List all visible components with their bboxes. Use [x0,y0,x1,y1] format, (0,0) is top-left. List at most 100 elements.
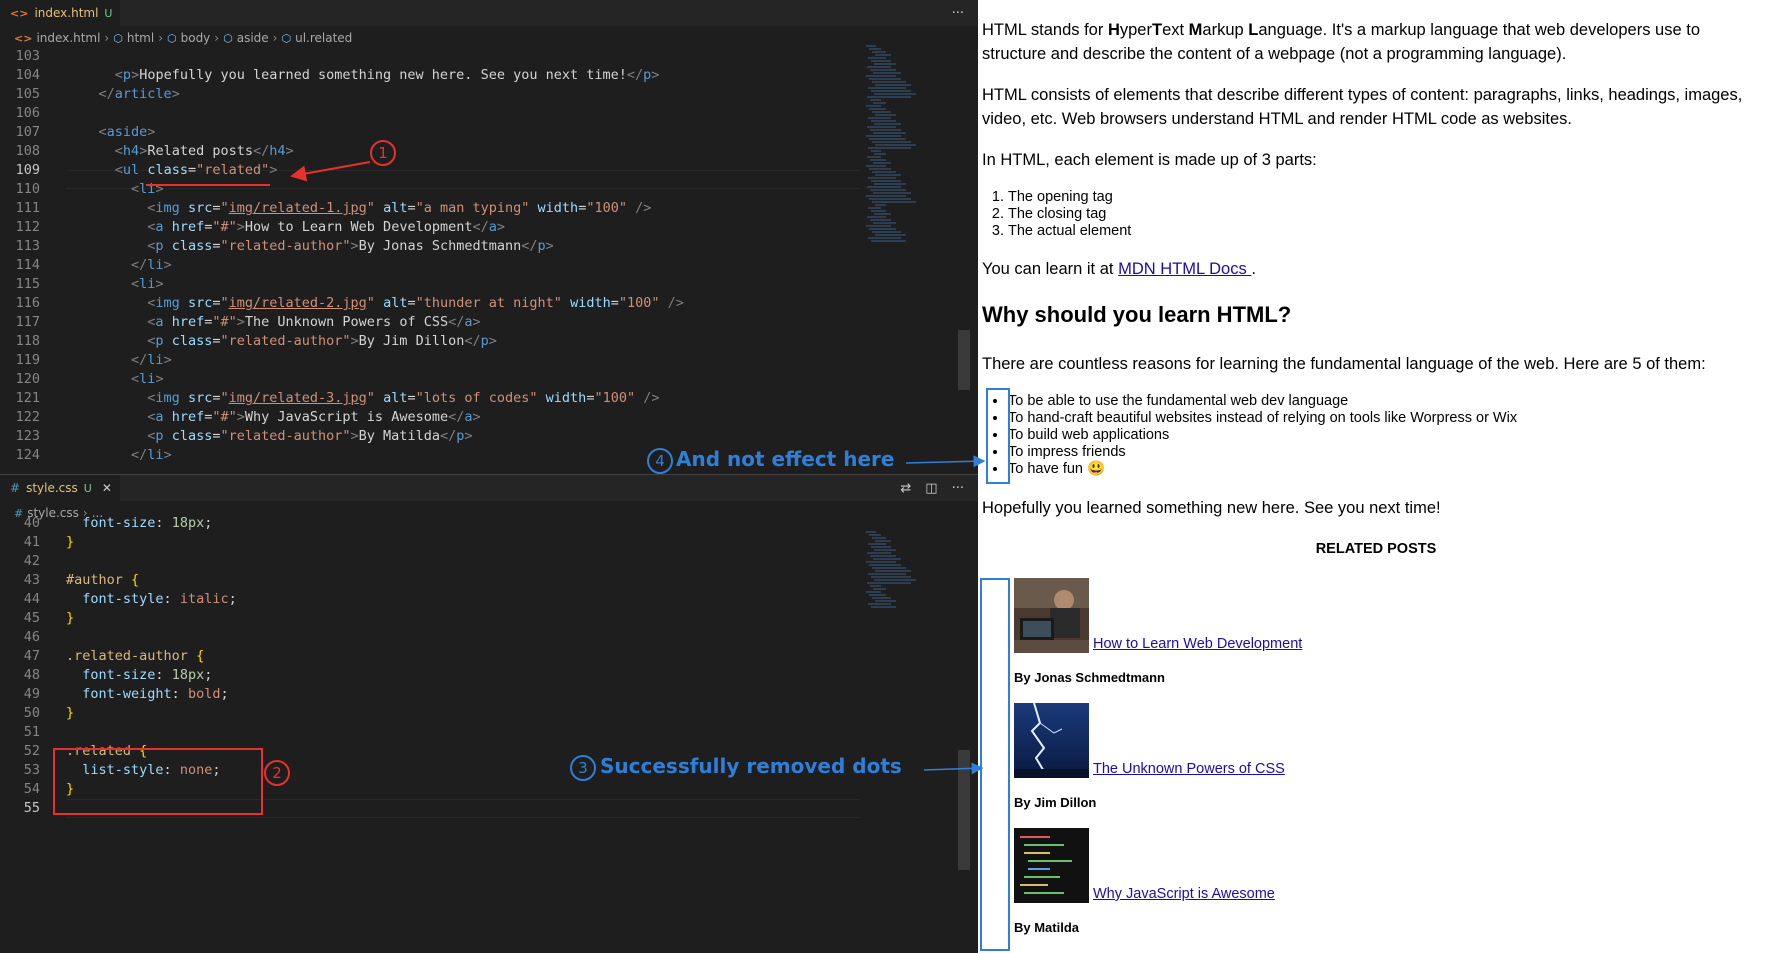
code-line[interactable]: 106 [0,104,860,123]
code-line[interactable]: 107 <aside> [0,123,860,142]
code-line[interactable]: 103 [0,47,860,66]
related-post-link[interactable]: The Unknown Powers of CSS [1093,761,1285,777]
code-line[interactable]: 108 <h4>Related posts</h4> [0,142,860,161]
minimap-line [874,213,891,215]
line-number: 54 [23,781,40,797]
line-number: 42 [23,553,40,569]
code-line[interactable]: 115 <li> [0,275,860,294]
minimap[interactable] [866,530,916,640]
html-file-icon: <> [14,31,33,45]
code-line[interactable]: 105 </article> [0,85,860,104]
minimap-line [866,195,906,197]
mdn-docs-link[interactable]: MDN HTML Docs [1118,260,1251,278]
open-changes-icon[interactable]: ⇄ [900,481,911,496]
minimap-line [866,591,881,593]
code-line[interactable]: 116 <img src="img/related-2.jpg" alt="th… [0,294,860,313]
split-editor-icon[interactable]: ◫ [925,481,937,496]
code-line[interactable]: 112 <a href="#">How to Learn Web Develop… [0,218,860,237]
minimap-line [866,45,876,47]
code-line[interactable]: 113 <p class="related-author">By Jonas S… [0,237,860,256]
code-line[interactable]: 122 <a href="#">Why JavaScript is Awesom… [0,408,860,427]
minimap-line [866,75,896,77]
code-line[interactable]: 44 font-style: italic; [0,590,860,609]
more-actions-button[interactable]: ··· [952,481,964,496]
line-number: 109 [15,162,40,178]
line-number: 44 [23,591,40,607]
minimap-line [866,165,886,167]
untracked-badge: U [83,481,92,495]
breadcrumb: <> index.html › ⬡ html › ⬡ body › ⬡ asid… [0,27,978,49]
element-icon: ⬡ [223,31,233,45]
element-icon: ⬡ [167,31,177,45]
code-line[interactable]: 121 <img src="img/related-3.jpg" alt="lo… [0,389,860,408]
minimap-line [875,540,891,542]
code-line[interactable]: 119 </li> [0,351,860,370]
scrollbar[interactable] [958,750,970,870]
line-number: 114 [15,257,40,273]
elements-paragraph: HTML consists of elements that describe … [982,86,1743,128]
html-code-area[interactable]: 103 104 <p>Hopefully you learned somethin… [0,47,860,473]
breadcrumb-item[interactable]: html [127,31,154,45]
minimap-line [869,564,901,566]
minimap-line [870,585,881,587]
minimap-line [869,534,881,536]
breadcrumb-item[interactable]: aside [237,31,269,45]
code-line[interactable]: 43 #author { [0,571,860,590]
code-line[interactable]: 111 <img src="img/related-1.jpg" alt="a … [0,199,860,218]
code-line[interactable]: 46 [0,628,860,647]
annotation-marker-3: 3 [570,755,596,781]
line-number: 47 [23,648,40,664]
minimap-line [875,204,886,206]
code-line[interactable]: 45} [0,609,860,628]
minimap-line [874,153,886,155]
code-line[interactable]: 117 <a href="#">The Unknown Powers of CS… [0,313,860,332]
minimap-line [872,81,906,83]
code-line[interactable]: 114 </li> [0,256,860,275]
related-post-link[interactable]: Why JavaScript is Awesome [1093,886,1275,902]
related-post-link[interactable]: How to Learn Web Development [1093,636,1302,652]
element-icon: ⬡ [281,31,292,45]
code-line[interactable]: 49 font-weight: bold; [0,685,860,704]
minimap[interactable] [866,44,916,314]
line-number: 122 [15,409,40,425]
minimap-line [872,201,916,203]
tab-style-css[interactable]: # style.css U ✕ [0,475,120,501]
minimap-line [872,111,891,113]
code-line[interactable]: 120 <li> [0,370,860,389]
code-line[interactable]: 110 <li> [0,180,860,199]
close-icon[interactable]: ✕ [102,481,112,495]
code-line[interactable]: 51 [0,723,860,742]
code-line[interactable]: 47 .related-author { [0,647,860,666]
code-line[interactable]: 48 font-size: 18px; [0,666,860,685]
breadcrumb-item[interactable]: index.html [36,31,100,45]
thumbnail-man-typing [1014,578,1089,653]
minimap-line [866,225,891,227]
minimap-line [868,147,911,149]
learn-paragraph: You can learn it at MDN HTML Docs . [982,260,1256,278]
tab-index-html[interactable]: <> index.html U [0,0,121,26]
minimap-line [867,186,901,188]
list-item: To have fun 😃 [1008,461,1517,478]
list-item: The opening tag [1008,189,1131,206]
code-line[interactable]: 104 <p>Hopefully you learned something n… [0,66,860,85]
code-line[interactable]: 40 font-size: 18px; [0,514,860,533]
scrollbar[interactable] [958,330,970,390]
minimap-line [869,78,901,80]
breadcrumb-item[interactable]: ul.related [295,31,352,45]
minimap-line [868,543,886,545]
code-line[interactable]: 118 <p class="related-author">By Jim Dil… [0,332,860,351]
breadcrumb-item[interactable]: body [181,31,211,45]
line-number: 106 [15,105,40,121]
code-line[interactable]: 123 <p class="related-author">By Matilda… [0,427,860,446]
code-line[interactable]: 42 [0,552,860,571]
tab-label: style.css [26,481,78,495]
annotation-text-removed-dots: Successfully removed dots [600,754,902,778]
related-post: How to Learn Web Development [1014,578,1302,653]
code-line[interactable]: 109 <ul class="related"> [0,161,860,180]
minimap-line [873,72,901,74]
code-line[interactable]: 50} [0,704,860,723]
line-number: 113 [15,238,40,254]
code-line[interactable]: 41} [0,533,860,552]
chevron-right-icon: › [272,31,278,45]
more-actions-button[interactable]: ··· [938,0,978,26]
